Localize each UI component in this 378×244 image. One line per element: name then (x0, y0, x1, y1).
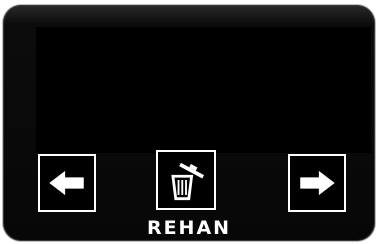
device-bezel: REHAN (3, 5, 375, 241)
arrow-left-icon (49, 170, 84, 196)
next-button[interactable] (288, 154, 346, 212)
arrow-right-icon (300, 170, 335, 196)
trash-icon (171, 162, 205, 201)
brand-logo: REHAN (146, 217, 232, 239)
delete-button[interactable] (156, 150, 216, 210)
display-screen (36, 27, 371, 153)
previous-button[interactable] (38, 154, 96, 212)
